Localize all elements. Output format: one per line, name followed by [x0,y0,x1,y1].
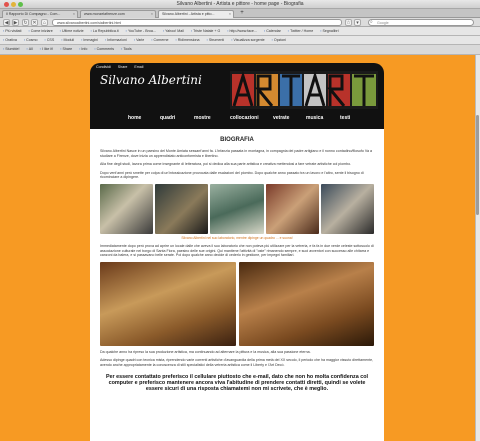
tab-rapporto[interactable]: Il Rapporto Di Compagno - Com... × [2,10,78,18]
comments-button[interactable]: Comments [94,47,114,51]
toolbar-item[interactable]: Ridimensiona [176,38,200,42]
contact-note: Per essere contattato preferisco il cell… [105,373,369,393]
search-icon: ⌕ [370,19,373,25]
toolbar-item[interactable]: Cornerne [151,38,169,42]
bookmarks-toolbar: Più visitati Come iniziare Ultime notizi… [0,27,480,36]
search-input[interactable]: Google [368,19,474,26]
close-tab-icon[interactable]: × [73,12,75,16]
artist-photo [100,183,154,234]
new-tab-button[interactable]: + [238,10,246,18]
nav-collocazioni[interactable]: collocazioni [230,115,259,121]
tools-button[interactable]: Tools [121,47,131,51]
bio-paragraph: Dopo vent'anni però smette per colpa di … [100,170,364,180]
page-content: BIOGRAFIA Silvano Albertini Nasce in un … [90,129,384,441]
like-button[interactable]: I like it! [40,47,53,51]
tab-label: Il Rapporto Di Compagno - Com... [6,12,61,16]
dropdown-icon[interactable]: ▾ [354,19,361,26]
bio-paragraph: Adesso dipinge quadri con tecnica mista,… [100,358,374,367]
share-link[interactable]: Share [118,65,128,69]
toolbar-item[interactable]: Visualizza sorgente [231,38,265,42]
toolbar-item[interactable]: Moduli [61,38,75,42]
webdev-toolbar: Orativa Cosmo CSS Moduli Immagini Inform… [0,36,480,45]
toolbar-item[interactable]: Strumenti [207,38,224,42]
nav-home[interactable]: home [128,115,141,121]
bookmark-item[interactable]: Segnalibri [320,29,339,33]
info-button[interactable]: Info [79,47,87,51]
tab-bar: Il Rapporto Di Compagno - Com... × www.m… [0,9,480,18]
bio-paragraph: Silvano Albertini Nasce in un paesino de… [100,149,373,158]
tab-silvano-albertini[interactable]: Silvano Albertini - Artista e pitto... × [158,10,234,18]
bookmark-item[interactable]: La Repubblica.it [91,29,119,33]
nav-musica[interactable]: musica [306,115,323,121]
photo-strip [100,183,375,234]
stumbleupon-toolbar: Stumble! All I like it! Share Info Comme… [0,45,480,55]
bookmark-item[interactable]: Calendar [264,29,281,33]
toolbar-item[interactable]: Cosmo [24,38,37,42]
artist-photo [155,183,209,234]
toolbar-item[interactable]: Immagini [81,38,98,42]
tavern-photo [100,261,236,346]
page-scrollbar[interactable] [475,55,480,441]
home-button[interactable]: ⌂ [41,19,48,26]
nav-mostre[interactable]: mostre [194,115,211,121]
nav-vetrate[interactable]: vetrate [273,115,289,121]
window-title: Silvano Albertini - Artista e pittore - … [176,1,304,7]
window-titlebar: Silvano Albertini - Artista e pittore - … [0,0,480,9]
bookmark-item[interactable]: Yahoo! Mail [163,29,184,33]
navigation-toolbar: ◀ ▶ ↻ ✕ ⌂ www.silvanoalbertini.com/sialb… [0,18,480,27]
bookmark-item[interactable]: Ultime notizie [60,29,84,33]
toolbar-item[interactable]: CSS [45,38,54,42]
tab-label: Silvano Albertini - Artista e pitto... [162,12,215,16]
site-container: Silvano Albertini Condividi Share Email [90,63,384,441]
bookmark-item[interactable]: Come iniziare [28,29,53,33]
bio-paragraph: Alla fine degli studi, lavora prima come… [100,162,352,167]
stumble-button[interactable]: Stumble! [3,47,19,51]
tab-label: www.monzelafirenze.com [84,12,125,16]
email-link[interactable]: Email [134,65,143,69]
bookmark-item[interactable]: Twitter / Home [288,29,313,33]
workshop-photo [210,183,264,234]
share-bar: Condividi Share Email [96,65,149,69]
tavern-photo [238,261,374,346]
site-header: Silvano Albertini Condividi Share Email [90,63,384,129]
bookmark-item[interactable]: Triste Natale + G [191,29,220,33]
piano-photo [265,183,319,234]
stop-button[interactable]: ✕ [31,19,38,26]
scrollbar-thumb[interactable] [476,115,479,215]
toolbar-item[interactable]: Opzioni [272,38,286,42]
nav-testi[interactable]: testi [340,115,350,121]
bio-paragraph: Da qualche anno ha ripreso la sua produz… [100,349,311,354]
share-button[interactable]: Share [60,47,73,51]
bookmark-item[interactable]: Più visitati [3,29,21,33]
site-nav: home quadri mostre collocazioni vetrate … [90,113,384,127]
artart-logo [230,71,378,109]
reload-button[interactable]: ↻ [22,19,29,26]
site-title: Silvano Albertini [100,73,202,87]
close-tab-icon[interactable]: × [151,12,153,16]
bookmark-star-icon[interactable]: ☆ [345,19,352,26]
toolbar-item[interactable]: Varie [134,38,144,42]
page-viewport: Silvano Albertini Condividi Share Email [0,55,480,441]
toolbar-item[interactable]: Orativa [3,38,17,42]
bookmark-item[interactable]: http://www.face... [227,29,257,33]
condividi-link[interactable]: Condividi [96,65,111,69]
artist-photo [320,183,375,234]
photo-caption: Silvano Albertini nel suo laboratorio, m… [181,235,293,240]
tavern-photos [100,261,374,346]
address-input[interactable]: www.silvanoalbertini.com/sialbertini.htm… [52,19,342,26]
bio-paragraph: Immediatamente dopo però prova ad aprire… [100,243,374,258]
back-button[interactable]: ◀ [3,19,10,26]
tab-monzelafirenze[interactable]: www.monzelafirenze.com × [80,10,156,18]
page-heading: BIOGRAFIA [220,137,254,143]
bookmark-item[interactable]: YouTube - Broa... [126,29,156,33]
nav-quadri[interactable]: quadri [160,115,175,121]
toolbar-item[interactable]: Informazioni [105,38,127,42]
forward-button[interactable]: ▶ [12,19,19,26]
toolbar-item[interactable]: All [26,47,33,51]
close-tab-icon[interactable]: × [229,12,231,16]
